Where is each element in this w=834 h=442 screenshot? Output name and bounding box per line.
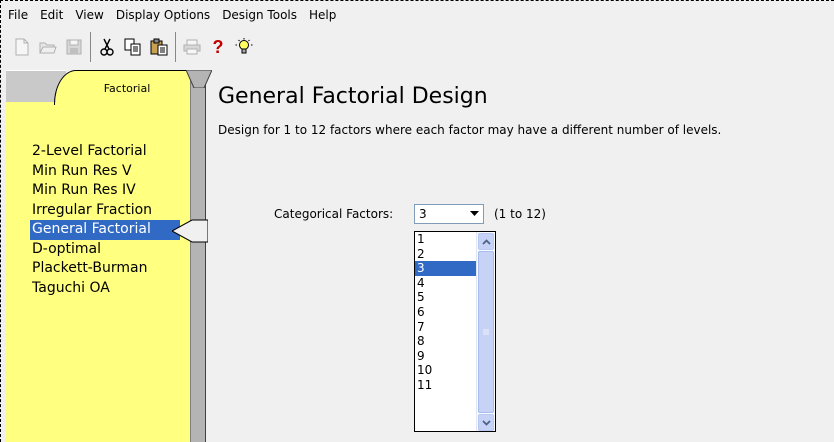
svg-text:?: ? <box>213 38 224 56</box>
categorical-factors-value: 3 <box>419 207 427 221</box>
printer-icon <box>183 39 201 55</box>
dropdown-option[interactable]: 4 <box>415 276 477 291</box>
lightbulb-icon <box>235 38 253 54</box>
categorical-factors-dropdown: 1 2 3 4 5 6 7 8 9 10 11 <box>414 231 496 432</box>
categorical-factors-label: Categorical Factors: <box>274 207 394 221</box>
sidebar-item-min-run-res-v[interactable]: Min Run Res V <box>30 162 180 182</box>
selection-pointer <box>172 219 208 243</box>
question-mark-icon: ? <box>213 38 224 56</box>
design-sidebar: Factorial 2-Level Factorial Min Run Res … <box>6 70 200 442</box>
window-frame-top <box>0 0 834 1</box>
dropdown-option[interactable]: 11 <box>415 378 477 393</box>
open-folder-button[interactable] <box>36 35 60 59</box>
dropdown-option[interactable]: 10 <box>415 363 477 378</box>
dropdown-scrollbar[interactable] <box>476 232 495 431</box>
toolbar-group-file <box>6 32 91 62</box>
sidebar-divider <box>190 70 206 442</box>
print-button[interactable] <box>180 35 204 59</box>
chevron-down-icon <box>481 419 491 426</box>
dropdown-option[interactable]: 5 <box>415 290 477 305</box>
page-title: General Factorial Design <box>218 84 488 109</box>
sidebar-item-general-factorial[interactable]: General Factorial <box>30 220 180 240</box>
divider-cap <box>186 70 212 88</box>
menu-file[interactable]: File <box>2 2 34 28</box>
dropdown-options: 1 2 3 4 5 6 7 8 9 10 11 <box>415 232 477 393</box>
sidebar-item-d-optimal[interactable]: D-optimal <box>30 240 180 260</box>
page-description: Design for 1 to 12 factors where each fa… <box>218 123 722 137</box>
window-frame-left <box>0 0 1 442</box>
scroll-thumb[interactable] <box>478 251 494 413</box>
menu-design-tools[interactable]: Design Tools <box>216 2 303 28</box>
sidebar-item-min-run-res-iv[interactable]: Min Run Res IV <box>30 181 180 201</box>
scroll-up-button[interactable] <box>478 233 494 250</box>
menu-edit[interactable]: Edit <box>34 2 69 28</box>
toolbar-group-edit <box>91 32 176 62</box>
sidebar-item-taguchi-oa[interactable]: Taguchi OA <box>30 279 180 299</box>
sidebar-item-2-level-factorial[interactable]: 2-Level Factorial <box>30 142 180 162</box>
dropdown-option[interactable]: 2 <box>415 247 477 262</box>
dropdown-option[interactable]: 9 <box>415 349 477 364</box>
menu-help[interactable]: Help <box>303 2 342 28</box>
tab-factorial[interactable]: Factorial <box>54 70 200 105</box>
toolbar-group-misc: ? <box>176 32 260 62</box>
menu-bar: File Edit View Display Options Design To… <box>2 2 832 28</box>
save-button[interactable] <box>62 35 86 59</box>
dropdown-option[interactable]: 7 <box>415 320 477 335</box>
toolbar: ? <box>6 30 426 64</box>
dropdown-option[interactable]: 6 <box>415 305 477 320</box>
scissors-icon <box>100 38 114 56</box>
copy-icon <box>124 38 141 56</box>
save-icon <box>66 39 82 55</box>
menu-view[interactable]: View <box>69 2 109 28</box>
tip-button[interactable] <box>232 35 256 59</box>
help-button[interactable]: ? <box>206 35 230 59</box>
paste-button[interactable] <box>147 35 171 59</box>
sidebar-item-plackett-burman[interactable]: Plackett-Burman <box>30 259 180 279</box>
sidebar-item-irregular-fraction[interactable]: Irregular Fraction <box>30 201 180 221</box>
new-file-icon <box>15 38 29 56</box>
paste-icon <box>150 38 168 56</box>
open-folder-icon <box>39 42 57 54</box>
dropdown-option[interactable]: 1 <box>415 232 477 247</box>
categorical-factors-select[interactable]: 3 <box>414 204 484 224</box>
grip-icon <box>483 329 489 335</box>
copy-button[interactable] <box>121 35 145 59</box>
design-type-list: 2-Level Factorial Min Run Res V Min Run … <box>30 142 180 298</box>
chevron-down-icon[interactable] <box>466 205 483 223</box>
menu-display-options[interactable]: Display Options <box>110 2 216 28</box>
scroll-down-button[interactable] <box>478 414 494 431</box>
dropdown-option-selected[interactable]: 3 <box>415 261 477 276</box>
dropdown-option[interactable]: 8 <box>415 334 477 349</box>
chevron-up-icon <box>481 238 491 245</box>
categorical-range-note: (1 to 12) <box>494 207 546 221</box>
cut-button[interactable] <box>95 35 119 59</box>
new-file-button[interactable] <box>10 35 34 59</box>
